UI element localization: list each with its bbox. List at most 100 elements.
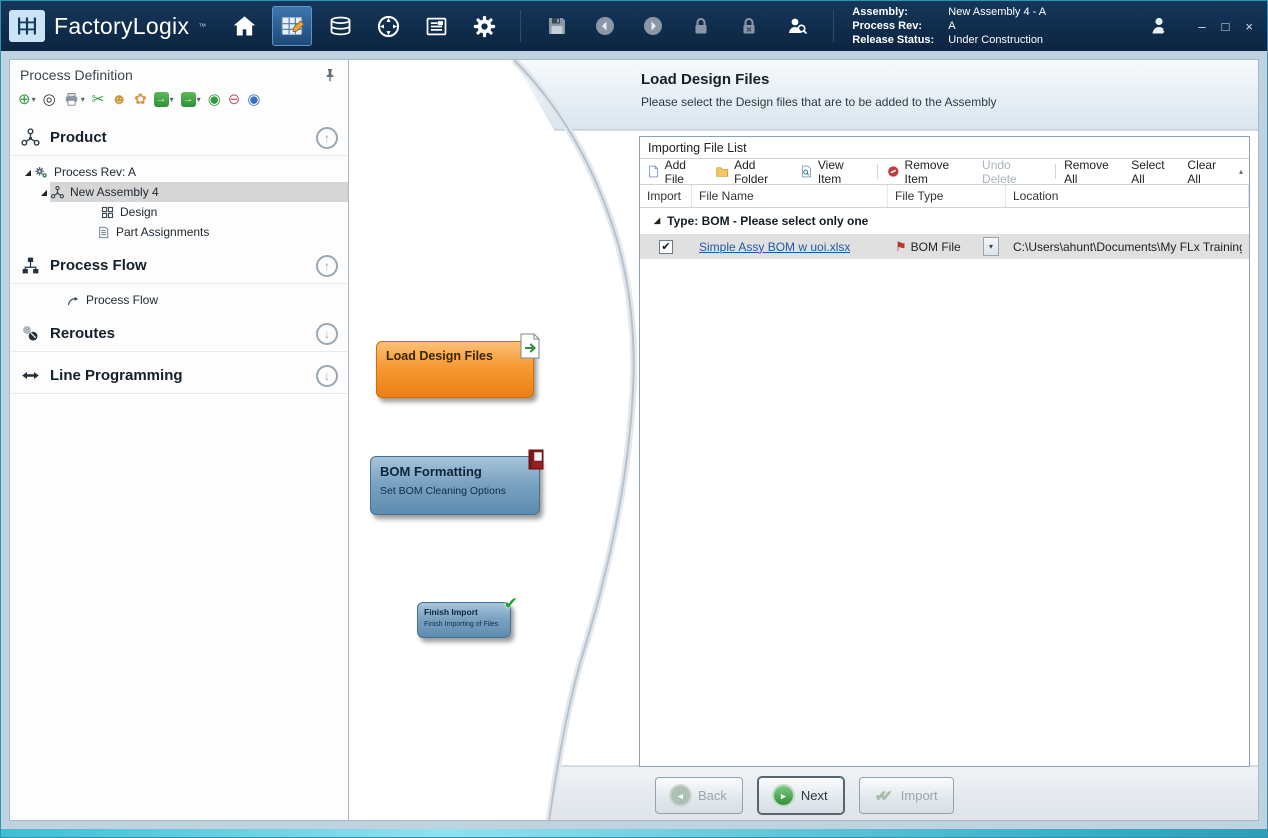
reports-icon[interactable] [416, 6, 456, 46]
select-all-button[interactable]: Select All [1131, 158, 1179, 186]
tree-item-design[interactable]: Design [10, 202, 348, 222]
add-file-button[interactable]: Add File [646, 158, 707, 186]
import-template-caret-icon: ▾ [170, 96, 174, 104]
nav-back-icon[interactable] [585, 6, 625, 46]
finish-check-icon: ✔ [504, 594, 518, 614]
attach-icon[interactable]: ◎ [43, 92, 56, 107]
bom-flag-icon: ⚑ [895, 239, 907, 255]
toolbar-separator [877, 164, 878, 179]
flower-icon[interactable]: ✿ [134, 92, 147, 107]
process-flow-icon [20, 255, 41, 276]
import-template-icon[interactable]: →▾ [154, 92, 174, 107]
dispatch-compass-icon[interactable] [368, 6, 408, 46]
part-assignments-icon [96, 225, 111, 240]
start-icon[interactable]: ◉ [208, 92, 221, 107]
remove-all-button[interactable]: Remove All [1064, 158, 1123, 186]
find-user-icon[interactable] [777, 6, 817, 46]
column-location[interactable]: Location [1006, 185, 1249, 207]
clear-all-button[interactable]: Clear All [1187, 158, 1231, 186]
importing-file-list-panel: Importing File List Add File Add Folder … [639, 136, 1250, 767]
add-folder-button[interactable]: Add Folder [715, 158, 791, 186]
column-import[interactable]: Import [640, 185, 692, 207]
operator-icon[interactable]: ☻ [111, 92, 127, 107]
undo-delete-button[interactable]: Undo Delete [982, 158, 1047, 186]
pin-icon[interactable] [322, 67, 338, 83]
process-definition-tab-icon[interactable] [272, 6, 312, 46]
nav-forward-icon[interactable] [633, 6, 673, 46]
column-file-type[interactable]: File Type [888, 185, 1006, 207]
section-reroutes[interactable]: Reroutes ↓ [10, 316, 348, 352]
back-button[interactable]: ◄ Back [655, 777, 743, 814]
page-subtitle: Please select the Design files that are … [641, 95, 997, 109]
expand-line-programming-icon[interactable]: ↓ [316, 365, 338, 387]
toolbar-overflow-icon[interactable]: ▴ [1239, 167, 1243, 176]
section-process-flow-label: Process Flow [50, 257, 147, 274]
step-finish-import[interactable]: Finish Import Finish Importing of Files … [417, 602, 511, 638]
expander-icon[interactable]: ◢ [22, 168, 34, 177]
logout-user-icon[interactable] [1140, 6, 1180, 46]
remove-item-button[interactable]: Remove Item [886, 158, 974, 186]
brand-name: FactoryLogix [54, 13, 189, 40]
maximize-button[interactable]: □ [1222, 20, 1230, 33]
step-subtitle: Set BOM Cleaning Options [380, 485, 530, 497]
next-button[interactable]: ► Next [758, 777, 844, 814]
close-button[interactable]: × [1245, 20, 1253, 33]
sidebar-toolbar: ⊕▾ ◎ ▾ ✂ ☻ ✿ →▾ →▾ ◉ ⊖ ◉ [10, 87, 348, 114]
view-item-button[interactable]: View Item [799, 158, 869, 186]
minimize-button[interactable]: – [1198, 20, 1205, 33]
step-bom-formatting[interactable]: BOM Formatting Set BOM Cleaning Options [370, 456, 540, 515]
collapse-process-flow-icon[interactable]: ↑ [316, 255, 338, 277]
tree-item-process-rev[interactable]: ◢ Process Rev: A [10, 162, 348, 182]
step-subtitle: Finish Importing of Files [424, 621, 504, 628]
home-icon[interactable] [224, 6, 264, 46]
file-type-dropdown[interactable]: ▾ [983, 237, 999, 256]
reroutes-icon [20, 323, 41, 344]
group-expander-icon[interactable]: ◢ [654, 216, 660, 225]
app-window: FactoryLogix ™ [0, 0, 1268, 838]
process-rev-gears-icon [34, 165, 49, 180]
export-template-icon[interactable]: →▾ [181, 92, 201, 107]
design-icon [100, 205, 115, 220]
add-folder-icon [715, 164, 730, 179]
process-rev-label: Process Rev: [852, 19, 940, 33]
lock-icon[interactable] [681, 6, 721, 46]
step-title: Finish Import [424, 607, 504, 617]
column-file-name[interactable]: File Name [692, 185, 888, 207]
titlebar: FactoryLogix ™ [1, 1, 1267, 51]
import-button[interactable]: ✔✔ Import [859, 777, 954, 814]
file-list-column-headers: Import File Name File Type Location [640, 185, 1249, 208]
step-load-design-files[interactable]: Load Design Files [376, 341, 534, 398]
tree-item-part-assignments[interactable]: Part Assignments [10, 222, 348, 242]
stop-icon[interactable]: ⊖ [228, 92, 241, 107]
save-icon[interactable] [537, 6, 577, 46]
section-line-programming[interactable]: Line Programming ↓ [10, 358, 348, 394]
group-header-bom[interactable]: ◢ Type: BOM - Please select only one [640, 208, 1249, 233]
record-icon[interactable]: ◉ [247, 92, 260, 107]
section-process-flow[interactable]: Process Flow ↑ [10, 248, 348, 284]
selected-row-highlight: New Assembly 4 [50, 182, 348, 202]
product-icon [20, 127, 41, 148]
wizard-header: Load Design Files Please select the Desi… [641, 71, 997, 109]
brand: FactoryLogix ™ [9, 10, 206, 42]
assembly-icon [50, 185, 65, 200]
next-arrow-icon: ► [774, 786, 793, 805]
section-product[interactable]: Product ↑ [10, 120, 348, 156]
view-item-icon [799, 164, 814, 179]
materials-database-icon[interactable] [320, 6, 360, 46]
tree-item-new-assembly[interactable]: ◢ New Assembly 4 [10, 182, 348, 202]
file-name-link[interactable]: Simple Assy BOM w uoi.xlsx [699, 240, 850, 254]
tree-item-label: Process Flow [86, 293, 158, 307]
unlock-icon[interactable] [729, 6, 769, 46]
settings-gear-icon[interactable] [464, 6, 504, 46]
add-step-icon[interactable]: ⊕▾ [18, 92, 36, 107]
toolbar-separator [1055, 164, 1056, 179]
file-row[interactable]: ✔ Simple Assy BOM w uoi.xlsx ⚑ BOM File … [640, 234, 1249, 259]
tree-item-process-flow[interactable]: Process Flow [10, 290, 348, 310]
print-icon[interactable]: ▾ [63, 91, 85, 108]
collapse-product-icon[interactable]: ↑ [316, 127, 338, 149]
expand-reroutes-icon[interactable]: ↓ [316, 323, 338, 345]
expander-icon[interactable]: ◢ [38, 188, 50, 197]
panel-header: Process Definition [10, 60, 348, 87]
cut-icon[interactable]: ✂ [92, 92, 105, 107]
import-checkbox[interactable]: ✔ [659, 240, 673, 254]
